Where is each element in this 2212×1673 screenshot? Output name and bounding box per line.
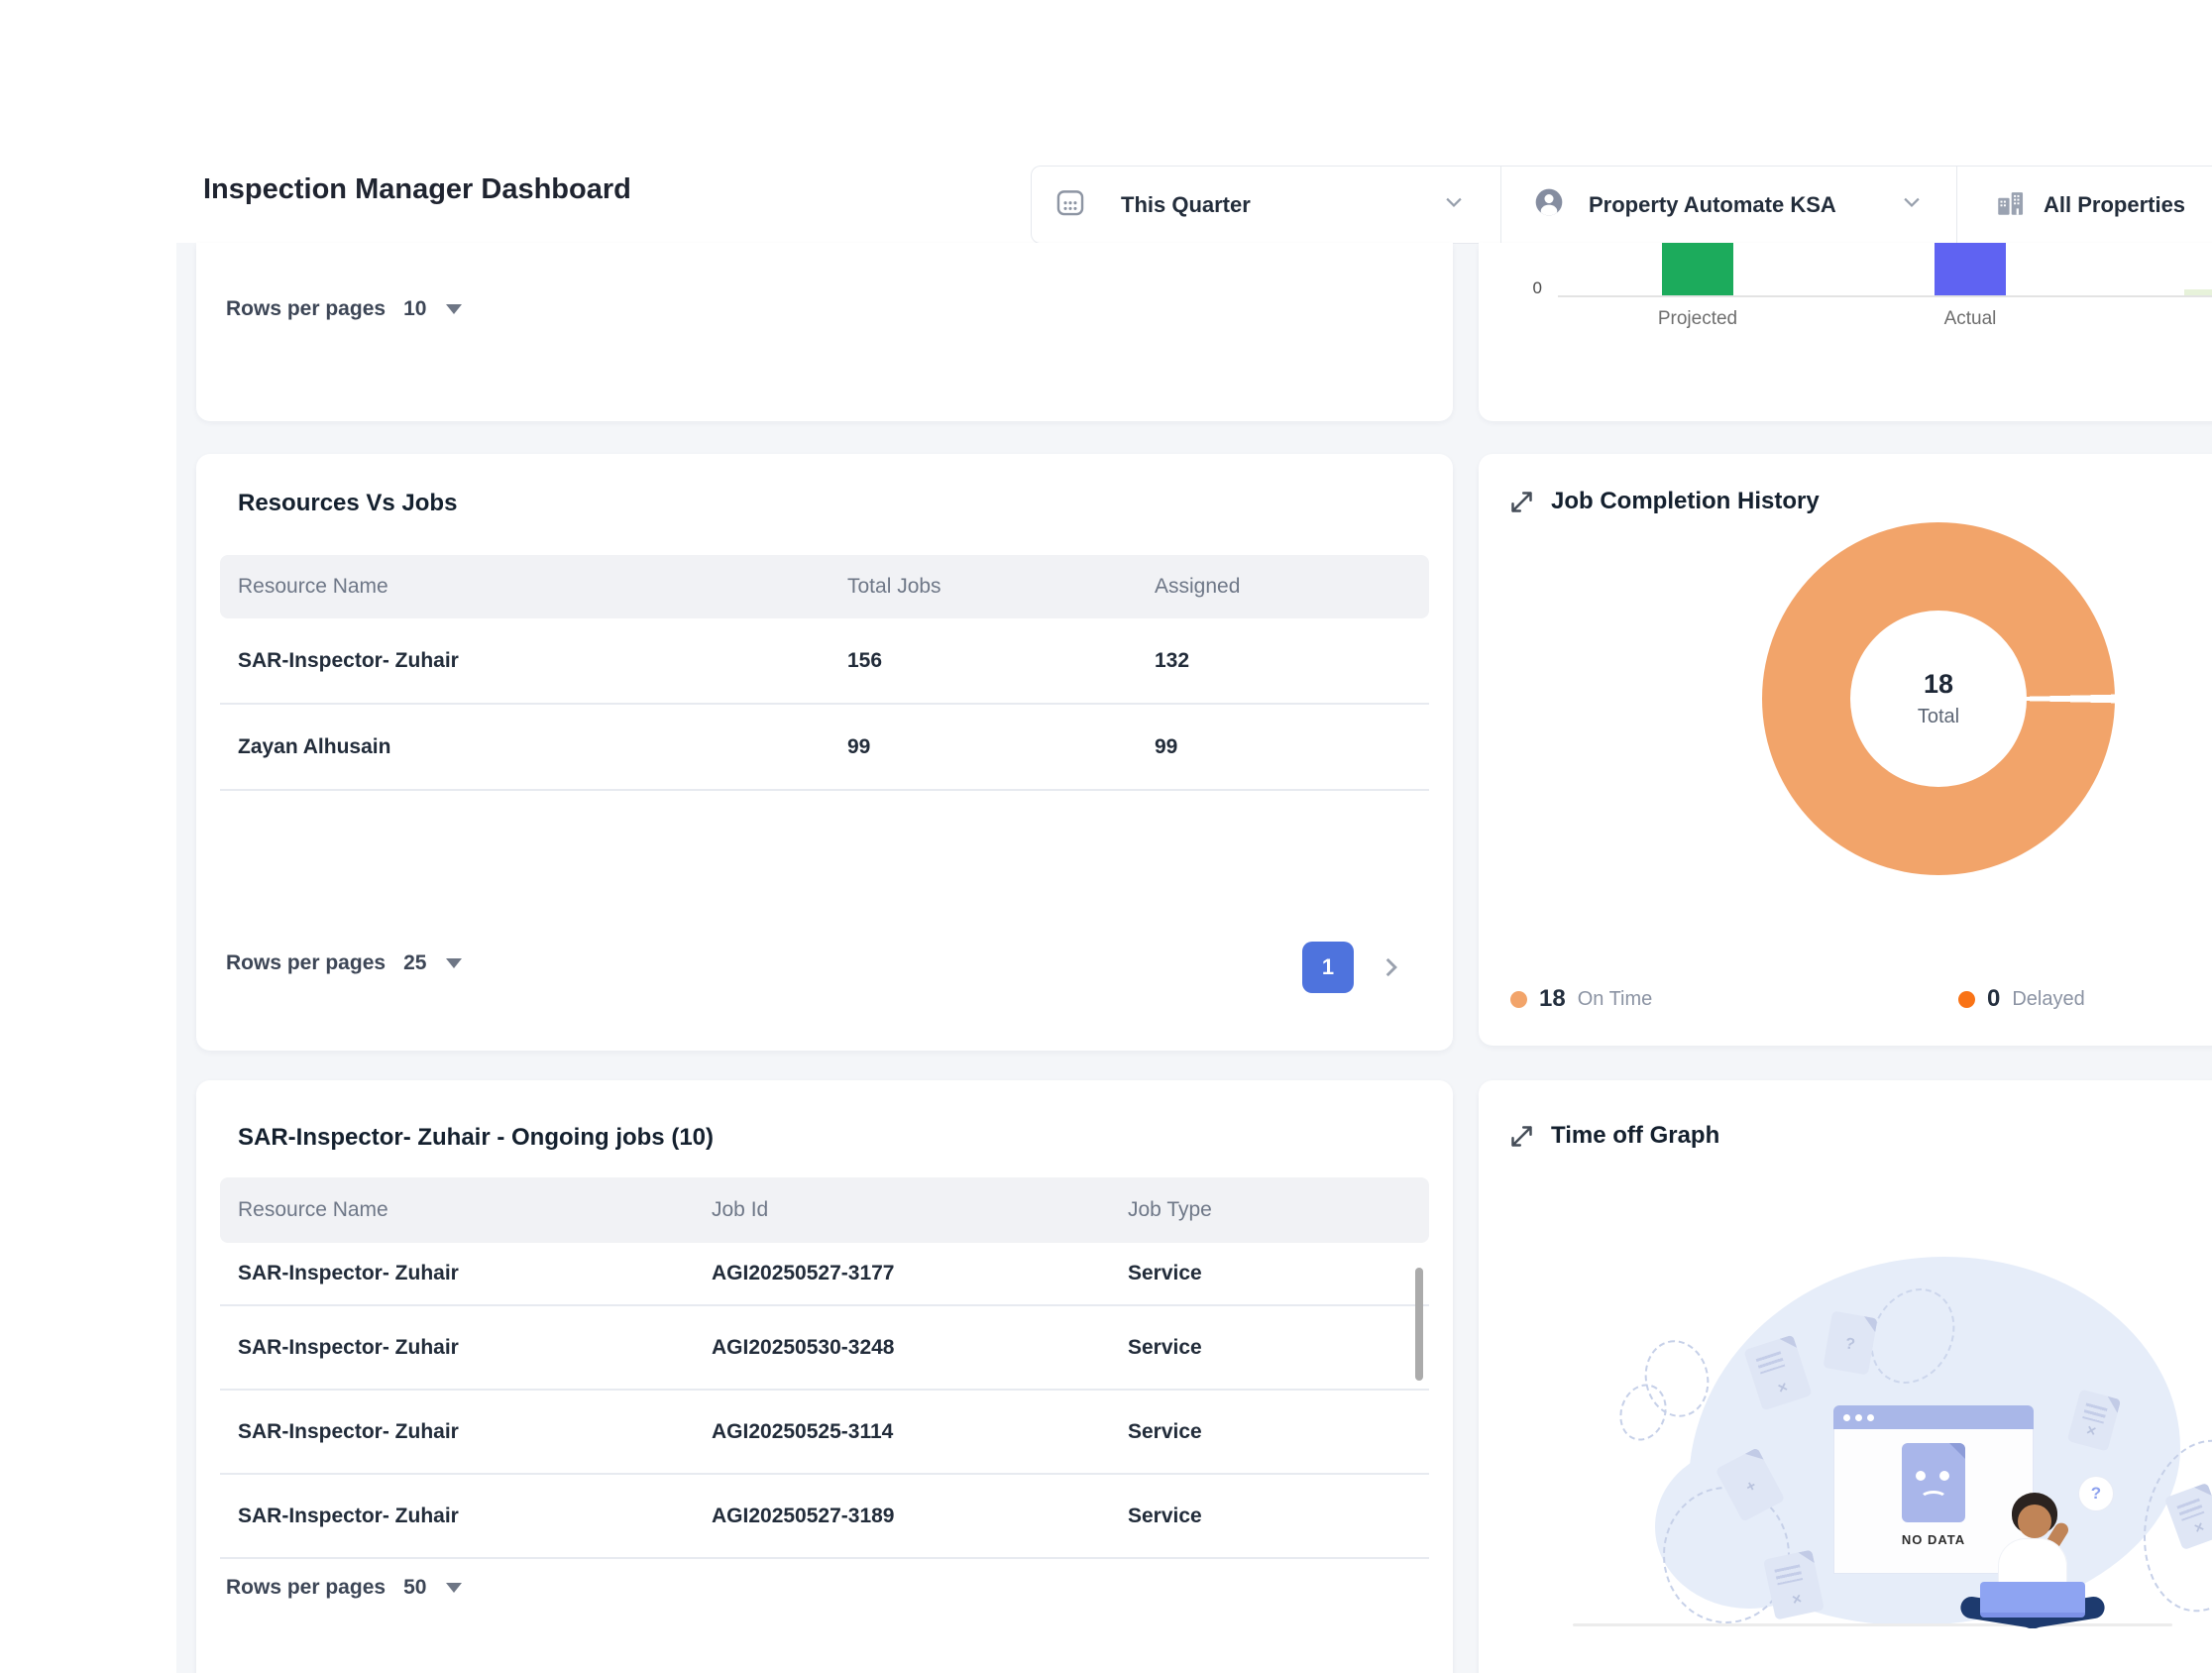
organization-filter-value: Property Automate KSA	[1589, 192, 1836, 218]
bar-label-projected: Projected	[1618, 308, 1777, 330]
bar-projected	[1662, 243, 1733, 295]
table-scrollbar[interactable]	[1415, 1268, 1423, 1381]
assigned-cell: 99	[1137, 735, 1429, 759]
laptop-icon	[1980, 1582, 2085, 1617]
card-title: Time off Graph	[1551, 1122, 1719, 1150]
rows-per-page-value[interactable]: 10	[403, 297, 426, 321]
rows-per-page-value[interactable]: 25	[403, 951, 426, 975]
expand-icon[interactable]	[1508, 489, 1535, 515]
ongoing-jobs-card: SAR-Inspector- Zuhair - Ongoing jobs (10…	[196, 1080, 1453, 1673]
time-off-graph-card: Time off Graph × ? + × × × N	[1479, 1080, 2212, 1673]
job-id-cell: AGI20250530-3248	[694, 1336, 1110, 1360]
no-data-illustration: × ? + × × × NO DATA ?	[1479, 1160, 2212, 1673]
legend-dot-delayed	[1958, 991, 1975, 1008]
bar-partial-cropped	[2184, 289, 2212, 295]
total-jobs-cell: 156	[830, 649, 1137, 673]
card-title: SAR-Inspector- Zuhair - Ongoing jobs (10…	[238, 1124, 714, 1152]
table-row: SAR-Inspector- Zuhair 156 132	[220, 618, 1429, 705]
legend-item-delayed: 0 Delayed	[1958, 985, 2085, 1013]
caret-down-icon	[446, 1583, 462, 1593]
resource-name-cell: SAR-Inspector- Zuhair	[220, 1505, 694, 1528]
assigned-cell: 132	[1137, 649, 1429, 673]
column-resource-name: Resource Name	[220, 1198, 694, 1222]
organization-filter-dropdown[interactable]: Property Automate KSA	[1500, 167, 1956, 243]
donut-total-value: 18	[1924, 669, 1953, 700]
page-title: Inspection Manager Dashboard	[203, 173, 631, 206]
job-type-cell: Service	[1110, 1336, 1429, 1360]
properties-filter-dropdown[interactable]: All Properties	[1956, 167, 2212, 243]
table-row: SAR-Inspector- Zuhair AGI20250527-3189 S…	[220, 1475, 1429, 1559]
rows-per-page-control[interactable]: Rows per pages 50	[226, 1576, 462, 1600]
chevron-down-icon	[1901, 191, 1923, 218]
sitting-person-graphic: ?	[1962, 1489, 2131, 1632]
rows-per-page-control[interactable]: Rows per pages 10	[226, 297, 462, 321]
y-axis-tick-zero: 0	[1518, 279, 1542, 298]
jobs-projection-table-card: Rows per pages 10	[196, 243, 1453, 421]
column-total-jobs: Total Jobs	[830, 575, 1137, 599]
bar-actual	[1935, 243, 2006, 295]
resource-name-cell: SAR-Inspector- Zuhair	[220, 1262, 694, 1285]
table-row: SAR-Inspector- Zuhair AGI20250530-3248 S…	[220, 1306, 1429, 1391]
rows-per-page-value[interactable]: 50	[403, 1576, 426, 1600]
period-filter-dropdown[interactable]: This Quarter	[1032, 167, 1500, 243]
resources-vs-jobs-card: Resources Vs Jobs Resource Name Total Jo…	[196, 454, 1453, 1051]
projection-chart-card: 0 Projected Actual	[1479, 243, 2212, 421]
calendar-icon	[1053, 185, 1087, 224]
resource-name-cell: SAR-Inspector- Zuhair	[220, 1420, 694, 1444]
rows-per-page-label: Rows per pages	[226, 951, 386, 975]
chevron-down-icon	[1443, 191, 1465, 218]
table-row: SAR-Inspector- Zuhair AGI20250525-3114 S…	[220, 1391, 1429, 1475]
legend-label: Delayed	[2012, 988, 2084, 1011]
table-header: Resource Name Total Jobs Assigned	[220, 555, 1429, 618]
resource-name-cell: SAR-Inspector- Zuhair	[220, 1336, 694, 1360]
period-filter-value: This Quarter	[1121, 192, 1251, 218]
legend-label: On Time	[1578, 988, 1653, 1011]
user-avatar-icon	[1533, 186, 1565, 223]
job-id-cell: AGI20250527-3189	[694, 1505, 1110, 1528]
caret-down-icon	[446, 958, 462, 968]
card-title: Resources Vs Jobs	[238, 490, 457, 517]
job-completion-history-card: Job Completion History 18 Total 18 On Ti…	[1479, 454, 2212, 1046]
filter-bar: This Quarter Property Automate KSA	[1031, 166, 2212, 244]
total-jobs-cell: 99	[830, 735, 1137, 759]
sad-document-icon	[1902, 1443, 1965, 1522]
donut-total-label: Total	[1918, 706, 1959, 728]
column-job-type: Job Type	[1110, 1198, 1429, 1222]
expand-icon[interactable]	[1508, 1123, 1535, 1150]
job-type-cell: Service	[1110, 1505, 1429, 1528]
job-type-cell: Service	[1110, 1420, 1429, 1444]
dashboard-page: Inspection Manager Dashboard This Quarte…	[0, 0, 2212, 1673]
table-row: Zayan Alhusain 99 99	[220, 705, 1429, 791]
bar-label-actual: Actual	[1891, 308, 2049, 330]
column-resource-name: Resource Name	[220, 575, 830, 599]
pagination-page-1-button[interactable]: 1	[1302, 942, 1354, 993]
legend-value: 18	[1539, 985, 1566, 1013]
job-id-cell: AGI20250527-3177	[694, 1262, 1110, 1285]
resource-name-cell: SAR-Inspector- Zuhair	[220, 649, 830, 673]
table-header: Resource Name Job Id Job Type	[220, 1177, 1429, 1243]
browser-titlebar	[1833, 1405, 2034, 1429]
rows-per-page-label: Rows per pages	[226, 297, 386, 321]
resource-name-cell: Zayan Alhusain	[220, 735, 830, 759]
card-title: Job Completion History	[1551, 488, 1820, 515]
job-completion-donut-chart: 18 Total	[1762, 522, 2115, 875]
table-row: SAR-Inspector- Zuhair AGI20250527-3177 S…	[220, 1243, 1429, 1306]
rows-per-page-label: Rows per pages	[226, 1576, 386, 1600]
question-bubble-icon: ?	[2079, 1477, 2113, 1510]
buildings-icon	[1994, 185, 2028, 224]
caret-down-icon	[446, 304, 462, 314]
properties-filter-value: All Properties	[2044, 192, 2185, 218]
column-assigned: Assigned	[1137, 575, 1429, 599]
no-data-label: NO DATA	[1902, 1532, 1965, 1547]
rows-per-page-control[interactable]: Rows per pages 25	[226, 951, 462, 975]
job-type-cell: Service	[1110, 1262, 1429, 1285]
legend-dot-on-time	[1510, 991, 1527, 1008]
x-axis-line	[1558, 295, 2212, 297]
legend-value: 0	[1987, 985, 2000, 1013]
pagination-next-button[interactable]	[1378, 953, 1405, 981]
legend-item-on-time: 18 On Time	[1510, 985, 1652, 1013]
job-id-cell: AGI20250525-3114	[694, 1420, 1110, 1444]
column-job-id: Job Id	[694, 1198, 1110, 1222]
